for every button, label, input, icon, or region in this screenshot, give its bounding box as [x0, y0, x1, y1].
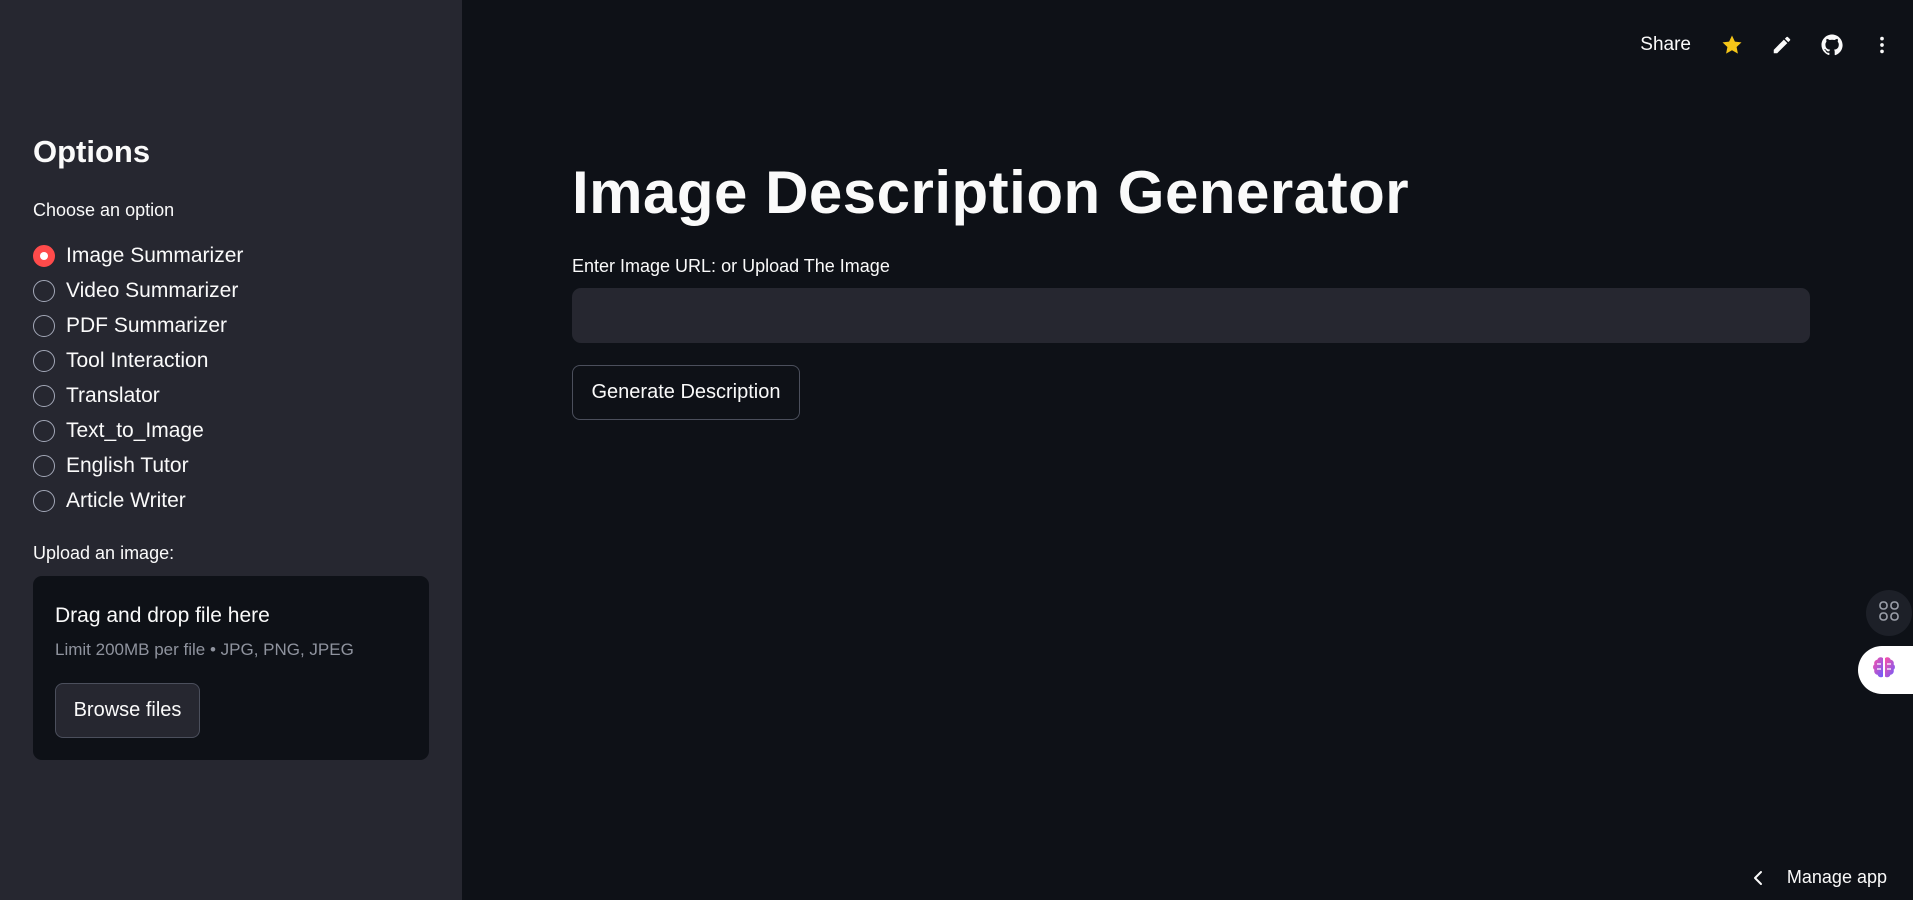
- radio-option-label: Image Summarizer: [66, 243, 244, 267]
- radio-option-pdf-summarizer[interactable]: PDF Summarizer: [33, 308, 243, 343]
- radio-option-translator[interactable]: Translator: [33, 378, 243, 413]
- file-dropzone[interactable]: Drag and drop file here Limit 200MB per …: [33, 576, 429, 760]
- radio-selected-indicator[interactable]: [33, 244, 55, 267]
- image-url-label: Enter Image URL: or Upload The Image: [572, 256, 890, 276]
- manage-app-label: Manage app: [1786, 867, 1887, 887]
- brain-icon: [1870, 654, 1898, 687]
- radio-indicator[interactable]: [33, 454, 55, 477]
- grid-icon: [1877, 599, 1901, 628]
- radio-option-video-summarizer[interactable]: Video Summarizer: [33, 273, 243, 308]
- dropzone-title: Drag and drop file here: [55, 604, 270, 627]
- choose-option-label: Choose an option: [33, 200, 175, 220]
- apps-grid-button[interactable]: [1866, 590, 1912, 636]
- radio-option-label: PDF Summarizer: [66, 313, 228, 337]
- dropzone-limits: Limit 200MB per file • JPG, PNG, JPEG: [55, 640, 354, 659]
- radio-option-english-tutor[interactable]: English Tutor: [33, 448, 243, 483]
- radio-option-label: English Tutor: [66, 453, 189, 477]
- radio-option-image-summarizer[interactable]: Image Summarizer: [33, 238, 243, 273]
- page-title: Image Description Generator: [572, 159, 1410, 226]
- radio-indicator[interactable]: [33, 384, 55, 407]
- option-radio-group: Image Summarizer Video Summarizer PDF Su…: [33, 238, 243, 518]
- pencil-icon[interactable]: [1769, 32, 1795, 58]
- radio-option-label: Tool Interaction: [66, 348, 209, 372]
- radio-option-label: Article Writer: [66, 488, 186, 512]
- chevron-left-icon: [1751, 870, 1765, 886]
- sidebar: Options Choose an option Image Summarize…: [0, 0, 462, 900]
- radio-indicator[interactable]: [33, 314, 55, 337]
- radio-indicator[interactable]: [33, 489, 55, 512]
- header-toolbar: Share: [1640, 30, 1895, 60]
- upload-image-label: Upload an image:: [33, 543, 175, 563]
- star-icon[interactable]: [1719, 32, 1745, 58]
- radio-option-tool-interaction[interactable]: Tool Interaction: [33, 343, 243, 378]
- radio-option-label: Video Summarizer: [66, 278, 239, 302]
- github-icon[interactable]: [1819, 32, 1845, 58]
- browse-files-button[interactable]: Browse files: [55, 683, 200, 738]
- radio-indicator[interactable]: [33, 419, 55, 442]
- generate-description-button[interactable]: Generate Description: [572, 365, 800, 420]
- radio-option-text-to-image[interactable]: Text_to_Image: [33, 413, 243, 448]
- sidebar-title: Options: [33, 134, 151, 169]
- app-root: Options Choose an option Image Summarize…: [0, 0, 1913, 900]
- image-url-input[interactable]: [572, 288, 1810, 343]
- radio-indicator[interactable]: [33, 279, 55, 302]
- manage-app-button[interactable]: Manage app: [1751, 867, 1887, 888]
- radio-option-label: Text_to_Image: [66, 418, 204, 442]
- radio-indicator[interactable]: [33, 349, 55, 372]
- more-vertical-icon[interactable]: [1869, 32, 1895, 58]
- radio-option-article-writer[interactable]: Article Writer: [33, 483, 243, 518]
- radio-option-label: Translator: [66, 383, 160, 407]
- assistant-widget-button[interactable]: [1858, 646, 1913, 694]
- share-button[interactable]: Share: [1640, 34, 1691, 56]
